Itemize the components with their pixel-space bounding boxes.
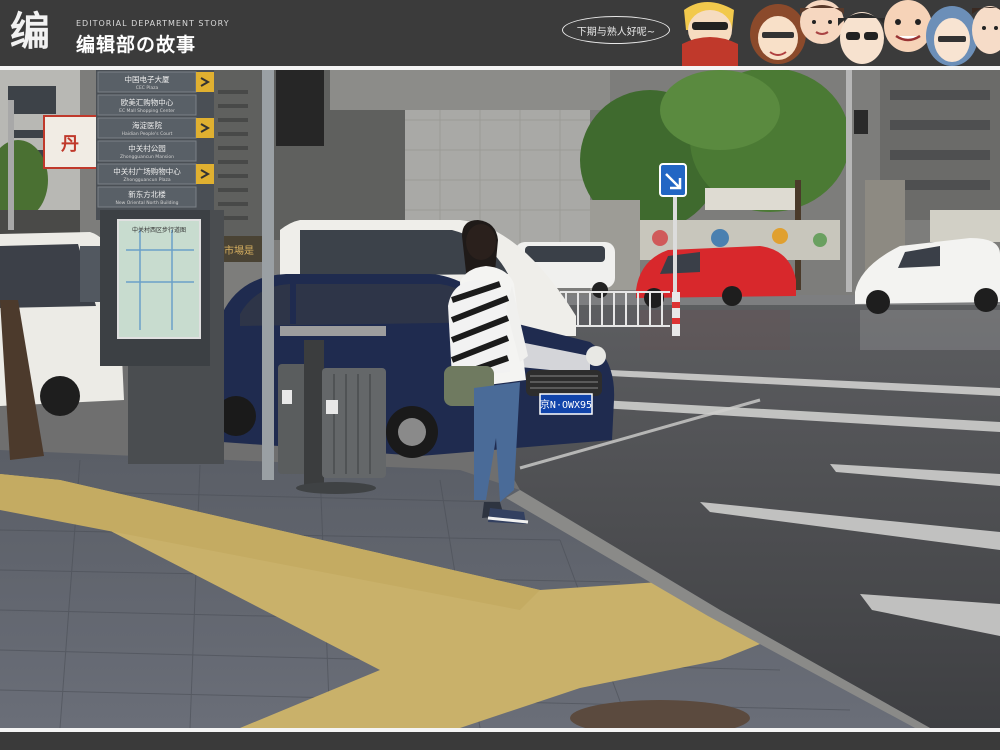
- speech-bubble: 下期与熟人好呢~: [562, 16, 670, 44]
- signpost-row-en: CEC Plaza: [136, 85, 159, 91]
- signpost-row: 中关村广场购物中心Zhongguancun Plaza: [97, 163, 214, 185]
- street-scene: 丹 市場是 京N·OWX95 中关村西区步行道图 中国电子大厦CEC Plaza…: [0, 70, 1000, 728]
- license-plate-text: 京N·OWX95: [540, 398, 592, 411]
- building-upper: [330, 70, 610, 110]
- signpost-row: 中国电子大厦CEC Plaza: [97, 71, 214, 93]
- logo-mark: 编: [10, 8, 50, 55]
- area-map-panel: [117, 219, 201, 339]
- header-banner: 编 EDITORIAL DEPARTMENT STORY 编辑部の故事 下期与熟…: [0, 0, 1000, 66]
- storefront-text: 市場是: [224, 244, 254, 257]
- poster-board: [930, 210, 1000, 242]
- direction-arrow-icon: [196, 164, 214, 184]
- logo-subtitle: EDITORIAL DEPARTMENT STORY: [76, 19, 230, 28]
- signpost-row-en: Haidian People's Court: [122, 131, 173, 137]
- signpost-row: 欧美汇购物中心EC Mall Shopping Center: [97, 94, 197, 116]
- road-reflection-white: [860, 310, 1000, 350]
- signpost-row: 中关村公园Zhongguancun Mansion: [97, 140, 197, 162]
- cartoon-face-6: [926, 6, 978, 66]
- cartoon-face-4: [838, 12, 886, 64]
- cartoon-face-3: [800, 0, 844, 44]
- traffic-light-center: [276, 70, 324, 146]
- area-map-title: 中关村西区步行道图: [132, 226, 186, 234]
- signpost-row: 新东方北楼New Oriental North Building: [97, 186, 197, 208]
- signpost-row-zh: 新东方北楼: [128, 189, 166, 199]
- signpost-row-zh: 中关村公园: [128, 143, 166, 153]
- signpost-row: 海淀医院Haidian People's Court: [97, 117, 214, 139]
- shop-sign: 丹: [43, 115, 99, 169]
- signpost-row-zh: 海淀医院: [132, 120, 162, 130]
- signpost-row-en: Zhongguancun Plaza: [123, 177, 170, 183]
- shop-sign-text: 丹: [61, 134, 79, 155]
- signpost-row-en: EC Mall Shopping Center: [119, 108, 175, 114]
- cartoon-faces-illustration: [682, 0, 1000, 66]
- cartoon-face-1: [682, 2, 738, 66]
- direction-arrow-icon: [196, 118, 214, 138]
- signpost-row-zh: 中关村广场购物中心: [113, 166, 181, 176]
- pole-left: [8, 100, 14, 230]
- cartoon-face-2: [750, 4, 806, 64]
- street-light-pole: [846, 70, 852, 292]
- signpost-row-en: New Oriental North Building: [116, 200, 179, 206]
- cartoon-face-5: [884, 0, 932, 52]
- light-pole-center: [262, 70, 274, 480]
- signpost-row-zh: 欧美汇购物中心: [121, 97, 174, 107]
- bottom-divider: [0, 728, 1000, 732]
- awning: [705, 188, 795, 210]
- street-photo: 丹 市場是 京N·OWX95 中关村西区步行道图 中国电子大厦 CEC Plaz…: [0, 70, 1000, 728]
- logo-title: 编辑部の故事: [76, 34, 197, 56]
- traffic-light-right: [854, 110, 868, 134]
- signpost-row-en: Zhongguancun Mansion: [120, 154, 174, 160]
- direction-arrow-icon: [196, 72, 214, 92]
- footer-bar: [0, 734, 1000, 750]
- signpost-row-zh: 中国电子大厦: [125, 74, 170, 84]
